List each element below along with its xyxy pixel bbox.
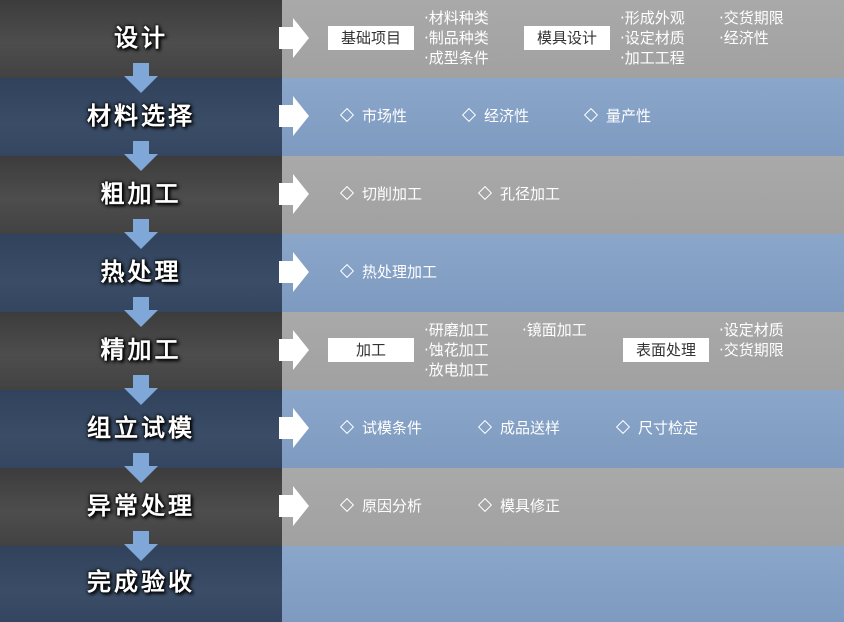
- step-title: 设计: [114, 24, 168, 52]
- diamond-icon: [477, 185, 493, 201]
- right-arrow-icon: [279, 174, 309, 214]
- detail-item: 经济性: [461, 106, 530, 126]
- detail-item-label: 孔径加工: [500, 185, 561, 203]
- step-detail-panel: [282, 546, 844, 622]
- step-title: 材料选择: [87, 102, 195, 130]
- step-title: 粗加工: [100, 180, 182, 208]
- right-arrow-icon: [279, 96, 309, 136]
- detail-item: 尺寸检定: [615, 418, 699, 438]
- detail-item-label: 成品送样: [500, 419, 561, 437]
- diamond-icon: [615, 419, 631, 435]
- down-arrow-icon: [124, 219, 158, 249]
- detail-item-label: 热处理加工: [362, 263, 438, 281]
- step-detail-panel: 基础项目 ·材料种类 ·制品种类 ·成型条件 模具设计 ·形成外观 ·设定材质 …: [282, 0, 844, 78]
- right-arrow-icon: [279, 408, 309, 448]
- detail-item-label: 尺寸检定: [638, 419, 699, 437]
- down-arrow-icon: [124, 63, 158, 93]
- step-title: 完成验收: [87, 568, 195, 596]
- detail-item-label: 量产性: [606, 107, 652, 125]
- diamond-icon: [339, 185, 355, 201]
- step-detail-panel: 切削加工 孔径加工: [282, 156, 844, 234]
- down-arrow-icon: [124, 375, 158, 405]
- detail-text: ·设定材质: [620, 29, 685, 47]
- detail-text: ·形成外观: [620, 9, 685, 27]
- detail-item: 量产性: [583, 106, 652, 126]
- right-arrow-icon: [279, 330, 309, 370]
- diamond-icon: [339, 263, 355, 279]
- right-arrow-icon: [279, 18, 309, 58]
- detail-item-label: 切削加工: [362, 185, 423, 203]
- step-detail-panel: 加工 ·研磨加工 ·蚀花加工 ·放电加工 ·镜面加工 表面处理 ·设定材质 ·交…: [282, 312, 844, 390]
- down-arrow-icon: [124, 297, 158, 327]
- basic-items-box: 基础项目: [328, 26, 414, 50]
- detail-item: 热处理加工: [339, 262, 438, 282]
- step-title: 热处理: [100, 258, 182, 286]
- step-title: 组立试模: [87, 414, 195, 442]
- detail-item: 试模条件: [339, 418, 423, 438]
- detail-item: 模具修正: [477, 496, 561, 516]
- detail-text: ·交货期限: [719, 341, 784, 359]
- detail-text: ·经济性: [719, 29, 769, 47]
- detail-item-label: 市场性: [362, 107, 408, 125]
- detail-text: ·镜面加工: [522, 321, 587, 339]
- surface-treatment-box: 表面处理: [623, 338, 709, 362]
- detail-item: 切削加工: [339, 184, 423, 204]
- step-detail-panel: 市场性 经济性 量产性: [282, 78, 844, 156]
- detail-item-label: 经济性: [484, 107, 530, 125]
- detail-item-label: 模具修正: [500, 497, 561, 515]
- detail-item: 市场性: [339, 106, 408, 126]
- step-detail-panel: 原因分析 模具修正: [282, 468, 844, 546]
- detail-text: ·设定材质: [719, 321, 784, 339]
- diamond-icon: [461, 107, 477, 123]
- step-detail-panel: 热处理加工: [282, 234, 844, 312]
- step-title: 异常处理: [87, 492, 195, 520]
- detail-item: 孔径加工: [477, 184, 561, 204]
- detail-text: ·材料种类: [424, 9, 489, 27]
- step-title: 精加工: [100, 336, 182, 364]
- right-arrow-icon: [279, 252, 309, 292]
- diamond-icon: [477, 419, 493, 435]
- detail-text: ·成型条件: [424, 49, 489, 67]
- detail-text: ·制品种类: [424, 29, 489, 47]
- mold-design-box: 模具设计: [524, 26, 610, 50]
- detail-text: ·加工工程: [620, 49, 685, 67]
- detail-text: ·蚀花加工: [424, 341, 489, 359]
- down-arrow-icon: [124, 141, 158, 171]
- detail-text: ·交货期限: [719, 9, 784, 27]
- diamond-icon: [339, 497, 355, 513]
- down-arrow-icon: [124, 453, 158, 483]
- down-arrow-icon: [124, 531, 158, 561]
- diamond-icon: [339, 419, 355, 435]
- detail-text: ·放电加工: [424, 361, 489, 379]
- diamond-icon: [339, 107, 355, 123]
- detail-item: 成品送样: [477, 418, 561, 438]
- detail-item-label: 试模条件: [362, 419, 423, 437]
- step-detail-panel: 试模条件 成品送样 尺寸检定: [282, 390, 844, 468]
- detail-item-label: 原因分析: [362, 497, 423, 515]
- right-arrow-icon: [279, 486, 309, 526]
- detail-text: ·研磨加工: [424, 321, 489, 339]
- diamond-icon: [477, 497, 493, 513]
- diamond-icon: [583, 107, 599, 123]
- detail-item: 原因分析: [339, 496, 423, 516]
- processing-box: 加工: [328, 338, 414, 362]
